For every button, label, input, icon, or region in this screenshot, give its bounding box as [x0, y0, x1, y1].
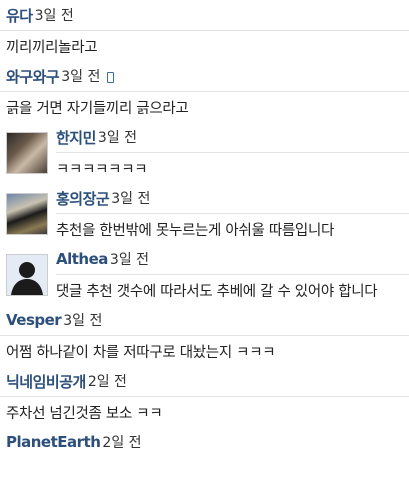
comment-item: Althea 3일 전 댓글 추천 갯수에 따라서도 추베에 갈 수 있어야 합…: [0, 244, 409, 305]
mobile-phone-icon: [107, 72, 115, 83]
comment-time: 2일 전: [87, 374, 127, 390]
comment-author[interactable]: 닉네임비공개: [6, 371, 86, 392]
comment-author[interactable]: PlanetEarth: [6, 433, 101, 451]
comment-item: 와구와구 3일 전 긁을 거면 자기들끼리 긁으라고: [0, 61, 409, 122]
comment-text: 끼리끼리놀라고: [6, 39, 98, 56]
comment-text: 주차선 넘긴것좀 보소 ㅋㅋ: [6, 405, 163, 422]
comment-text: ㅋㅋㅋㅋㅋㅋㅋ: [56, 161, 148, 178]
comment-time: 3일 전: [61, 69, 101, 85]
comment-text: 추천을 한번밖에 못누르는게 아쉬울 따름입니다: [56, 222, 335, 239]
comment-header: 와구와구 3일 전: [0, 61, 409, 91]
comment-text: 어쩜 하나같이 차를 저따구로 대놨는지 ㅋㅋㅋ: [6, 344, 276, 361]
comment-author[interactable]: 유다: [6, 5, 33, 26]
comment-list: 유다 3일 전 끼리끼리놀라고 와구와구 3일 전 긁을 거면 자기들끼리 긁으…: [0, 0, 409, 457]
comment-author[interactable]: 와구와구: [6, 66, 60, 87]
comment-header: 한지민 3일 전: [0, 122, 409, 152]
comment-time: 3일 전: [63, 313, 103, 329]
comment-text: 댓글 추천 갯수에 따라서도 추베에 갈 수 있어야 합니다: [56, 283, 378, 300]
comment-author[interactable]: 홍의장군: [56, 188, 110, 209]
comment-text: 긁을 거면 자기들끼리 긁으라고: [6, 100, 189, 117]
comment-item: 한지민 3일 전 ㅋㅋㅋㅋㅋㅋㅋ: [0, 122, 409, 183]
comment-item: Vesper 3일 전 어쩜 하나같이 차를 저따구로 대놨는지 ㅋㅋㅋ: [0, 305, 409, 366]
comment-header: 닉네임비공개 2일 전: [0, 366, 409, 396]
comment-header: 유다 3일 전: [0, 0, 409, 30]
comment-item: PlanetEarth 2일 전: [0, 427, 409, 457]
comment-author[interactable]: Vesper: [6, 311, 62, 329]
comment-header: Vesper 3일 전: [0, 305, 409, 335]
comment-time: 3일 전: [111, 191, 151, 207]
comment-item: 닉네임비공개 2일 전 주차선 넘긴것좀 보소 ㅋㅋ: [0, 366, 409, 427]
comment-time: 3일 전: [97, 130, 138, 146]
comment-time: 3일 전: [109, 252, 150, 268]
comment-author[interactable]: Althea: [56, 250, 108, 268]
comment-item: 홍의장군 3일 전 추천을 한번밖에 못누르는게 아쉬울 따름입니다: [0, 183, 409, 244]
comment-item: 유다 3일 전 끼리끼리놀라고: [0, 0, 409, 61]
comment-author[interactable]: 한지민: [56, 127, 96, 148]
comment-time: 2일 전: [102, 435, 142, 451]
comment-header: Althea 3일 전: [0, 244, 409, 274]
comment-header: PlanetEarth 2일 전: [0, 427, 409, 457]
comment-header: 홍의장군 3일 전: [0, 183, 409, 213]
comment-time: 3일 전: [34, 8, 74, 24]
